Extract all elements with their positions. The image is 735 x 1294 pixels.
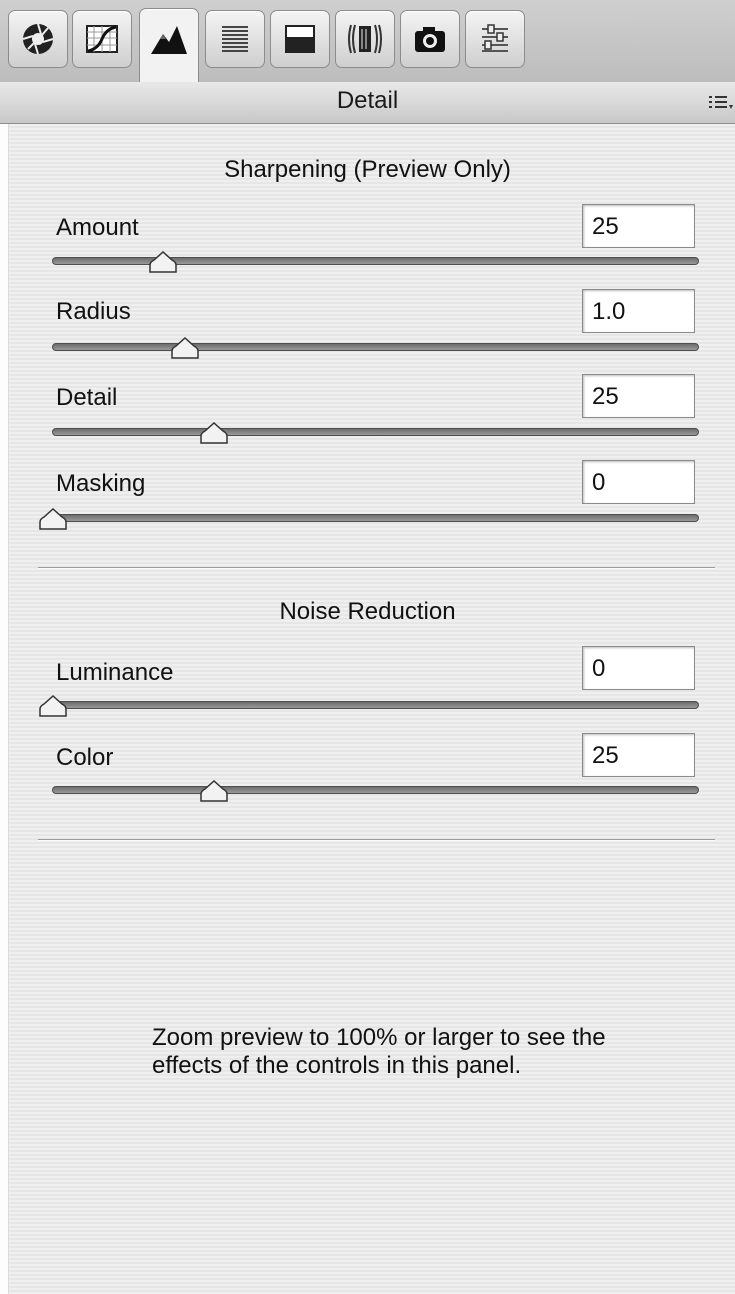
detail-slider[interactable] xyxy=(52,428,699,436)
radius-label: Radius xyxy=(56,298,131,325)
camera-icon xyxy=(415,27,445,52)
detail-tab[interactable] xyxy=(139,8,199,82)
section-divider xyxy=(38,839,715,840)
radius-slider[interactable] xyxy=(52,343,699,351)
section-divider xyxy=(38,567,715,568)
luminance-slider[interactable] xyxy=(52,701,699,709)
masking-label: Masking xyxy=(56,470,146,497)
detail-label: Detail xyxy=(56,384,118,411)
hsl-tab[interactable] xyxy=(205,10,265,68)
mountain-icon xyxy=(151,25,187,54)
tone-curve-tab[interactable] xyxy=(72,10,132,68)
radius-field[interactable]: 1.0 xyxy=(582,289,695,333)
luminance-slider-thumb[interactable] xyxy=(38,694,68,718)
radius-slider-thumb[interactable] xyxy=(170,336,200,360)
aperture-icon xyxy=(22,23,54,55)
amount-slider-thumb[interactable] xyxy=(148,250,178,274)
lens-icon xyxy=(348,24,382,54)
panel-header: Detail xyxy=(0,82,735,124)
split-toning-tab[interactable] xyxy=(270,10,330,68)
curve-icon xyxy=(86,25,118,53)
basic-tab[interactable] xyxy=(8,10,68,68)
color-label: Color xyxy=(56,744,114,771)
masking-slider[interactable] xyxy=(52,514,699,522)
detail-field[interactable]: 25 xyxy=(582,374,695,418)
noise-reduction-section-title: Noise Reduction xyxy=(279,598,456,625)
zoom-info-message: Zoom preview to 100% or larger to see th… xyxy=(152,1024,606,1079)
luminance-label: Luminance xyxy=(56,659,174,686)
detail-slider-thumb[interactable] xyxy=(199,421,229,445)
hsl-lines-icon xyxy=(222,26,248,52)
split-toning-icon xyxy=(285,25,315,53)
color-slider[interactable] xyxy=(52,786,699,794)
panel-tab-bar xyxy=(0,0,735,83)
sliders-icon xyxy=(482,24,508,52)
masking-field[interactable]: 0 xyxy=(582,460,695,504)
panel-title: Detail xyxy=(336,87,399,114)
color-field[interactable]: 25 xyxy=(582,733,695,777)
color-slider-thumb[interactable] xyxy=(199,779,229,803)
panel-left-edge xyxy=(0,124,9,1294)
masking-slider-thumb[interactable] xyxy=(38,507,68,531)
sharpening-section-title: Sharpening (Preview Only) xyxy=(224,156,511,183)
amount-label: Amount xyxy=(56,214,139,241)
camera-calibration-tab[interactable] xyxy=(400,10,460,68)
luminance-field[interactable]: 0 xyxy=(582,646,695,690)
amount-field[interactable]: 25 xyxy=(582,204,695,248)
lens-corrections-tab[interactable] xyxy=(335,10,395,68)
panel-menu-icon[interactable] xyxy=(707,93,733,111)
presets-tab[interactable] xyxy=(465,10,525,68)
